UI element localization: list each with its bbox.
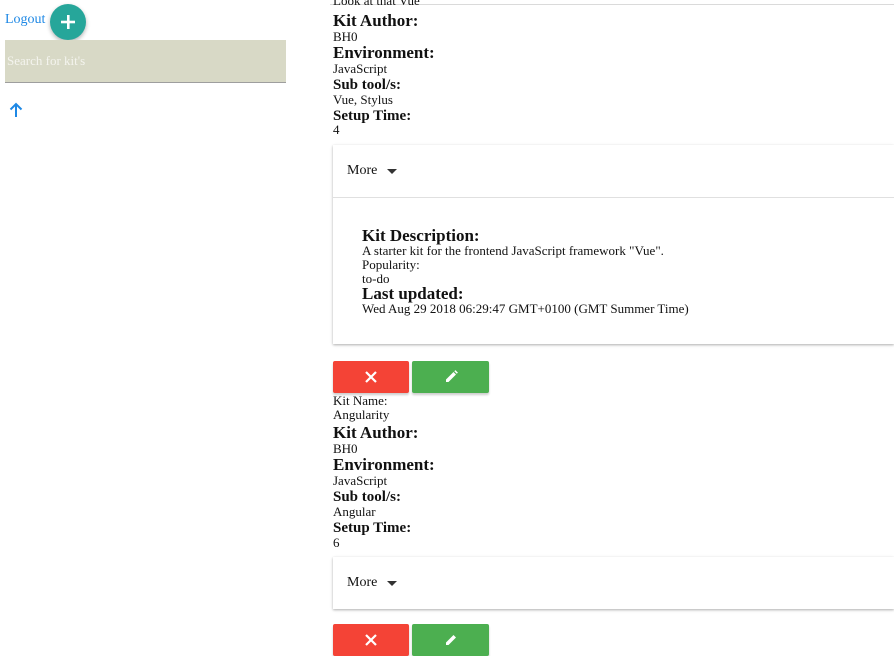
search-input[interactable] [5,40,286,82]
kit-details-body: Kit Description: A starter kit for the f… [333,197,894,344]
delete-kit-button[interactable] [333,624,409,656]
setup-time-label: Setup Time: [333,520,412,536]
kit-author-value: BH0 [333,441,358,456]
kit-name-value: Look at that Vue [333,0,420,8]
more-toggle[interactable]: More [333,145,894,197]
last-updated-label: Last updated: [362,284,464,303]
popularity-label: Popularity: [362,257,420,272]
last-updated-value: Wed Aug 29 2018 06:29:47 GMT+0100 (GMT S… [362,301,689,316]
arrow-up-icon[interactable] [8,102,24,123]
subtools-value: Angular [333,504,376,519]
kit-author-value: BH0 [333,29,358,44]
pencil-icon [445,635,456,645]
edit-kit-button[interactable] [412,361,489,393]
caret-down-icon [387,168,398,174]
kit-name-value: Angularity [333,407,390,422]
environment-label: Environment: [333,455,435,474]
close-icon [365,371,377,383]
add-kit-button[interactable] [50,4,86,40]
kit-details-card: More Kit Description: A starter kit for … [333,145,894,344]
subtools-value: Vue, Stylus [333,92,393,107]
search-box [5,40,286,83]
setup-time-value: 6 [333,535,340,550]
more-toggle[interactable]: More [333,557,894,609]
kit-details-card: More [333,557,894,609]
environment-value: JavaScript [333,61,388,76]
logout-link[interactable]: Logout [5,12,45,28]
caret-down-icon [387,580,398,586]
kit-author-label: Kit Author: [333,423,419,442]
description-value: A starter kit for the frontend JavaScrip… [362,243,664,258]
environment-label: Environment: [333,43,435,62]
more-label: More [347,575,378,590]
more-label: More [347,163,378,178]
environment-value: JavaScript [333,473,388,488]
kit-author-label: Kit Author: [333,11,419,30]
pencil-icon [445,370,458,382]
plus-icon [61,15,75,29]
delete-kit-button[interactable] [333,361,409,393]
edit-kit-button[interactable] [412,624,489,656]
description-label: Kit Description: [362,226,480,245]
setup-time-label: Setup Time: [333,108,412,124]
kit-name-label: Kit Name: [333,393,388,408]
setup-time-value: 4 [333,122,340,137]
close-icon [365,634,377,646]
